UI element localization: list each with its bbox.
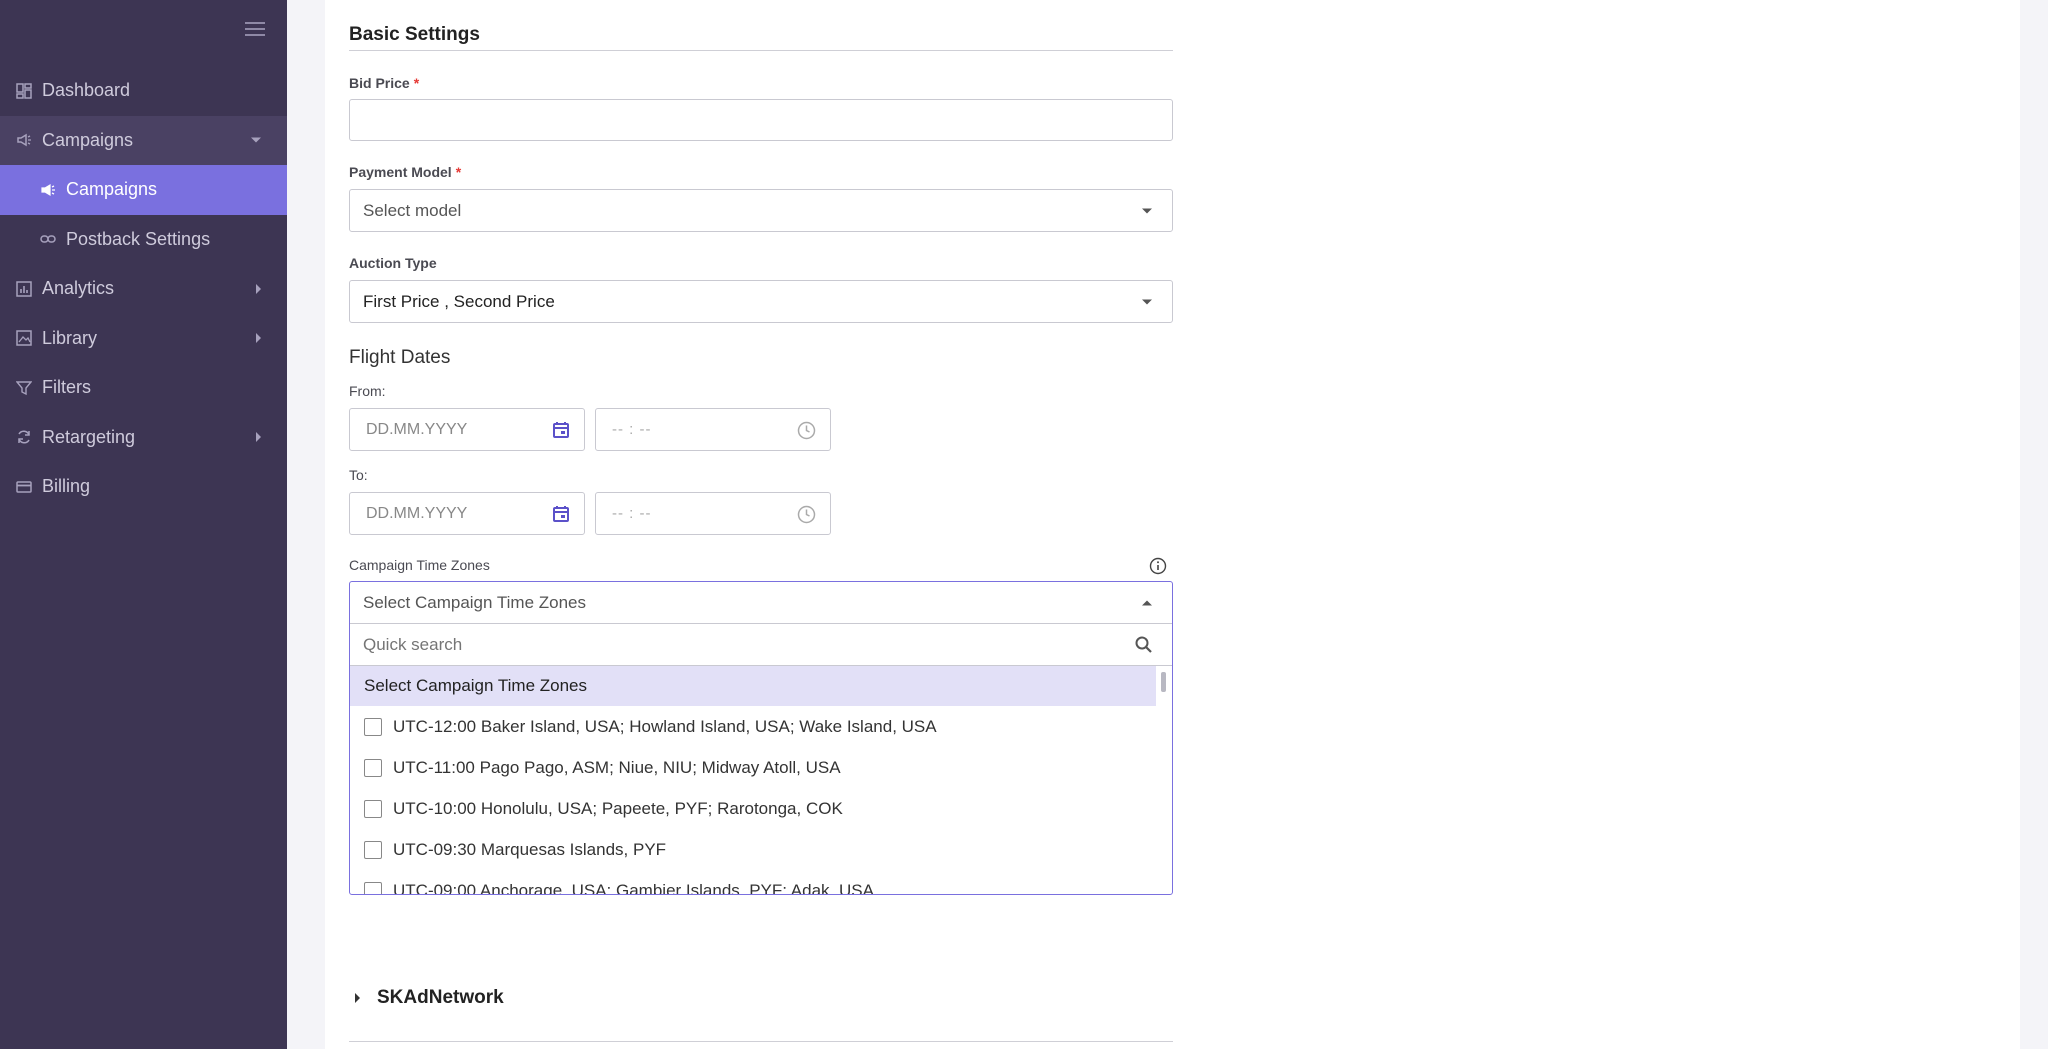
list-item[interactable]: UTC-10:00 Honolulu, USA; Papeete, PYF; R… (350, 788, 1172, 829)
clock-icon[interactable] (797, 505, 816, 524)
chevron-right-icon (256, 432, 261, 443)
sidebar-item-retargeting[interactable]: Retargeting (0, 413, 287, 463)
checkbox[interactable] (364, 840, 382, 859)
bid-price-label-text: Bid Price (349, 75, 410, 91)
checkbox[interactable] (364, 881, 382, 894)
flight-dates-heading: Flight Dates (349, 347, 451, 368)
chevron-right-icon (256, 283, 261, 294)
time-zones-placeholder: Select Campaign Time Zones (363, 592, 586, 612)
sidebar-item-label: Dashboard (42, 80, 131, 101)
refresh-icon (16, 429, 32, 445)
image-icon (16, 330, 32, 346)
option-label: UTC-10:00 Honolulu, USA; Papeete, PYF; R… (393, 798, 843, 818)
time-zones-label: Campaign Time Zones (349, 557, 490, 573)
credit-card-icon (16, 479, 32, 495)
from-time-input[interactable]: -- : -- (595, 408, 831, 451)
sidebar-item-label: Billing (42, 476, 91, 497)
option-label: UTC-09:30 Marquesas Islands, PYF (393, 839, 667, 859)
to-date-input[interactable]: DD.MM.YYYY (349, 492, 585, 535)
to-label: To: (349, 467, 368, 483)
sidebar-item-label: Library (42, 327, 98, 348)
scrollbar-thumb[interactable] (1161, 672, 1166, 692)
list-item[interactable]: UTC-11:00 Pago Pago, ASM; Niue, NIU; Mid… (350, 747, 1172, 788)
sidebar-item-library[interactable]: Library (0, 314, 287, 364)
divider (349, 1041, 1173, 1042)
skadnetwork-toggle[interactable]: SKAdNetwork (355, 987, 504, 1009)
from-label: From: (349, 383, 386, 399)
sidebar-item-campaigns-group[interactable]: Campaigns (0, 115, 287, 165)
sidebar-item-label: Filters (42, 377, 91, 398)
divider (349, 50, 1173, 51)
filter-icon (16, 380, 32, 396)
time-zones-options: Select Campaign Time Zones UTC-12:00 Bak… (350, 666, 1172, 894)
date-placeholder: DD.MM.YYYY (366, 420, 468, 438)
checkbox[interactable] (364, 717, 382, 736)
option-label: UTC-12:00 Baker Island, USA; Howland Isl… (393, 716, 937, 736)
calendar-icon[interactable] (552, 421, 570, 439)
chevron-up-icon (1142, 600, 1152, 605)
payment-model-placeholder: Select model (363, 200, 462, 220)
quick-search-input[interactable] (363, 634, 1083, 655)
time-placeholder: -- : -- (612, 421, 652, 438)
chevron-down-icon (251, 137, 261, 143)
sidebar-item-filters[interactable]: Filters (0, 363, 287, 413)
payment-model-select[interactable]: Select model (349, 189, 1173, 232)
chevron-right-icon (355, 993, 360, 1003)
quick-search-bar (350, 624, 1172, 666)
main-panel: Basic Settings Bid Price * Payment Model *… (325, 0, 2020, 1049)
sidebar-item-billing[interactable]: Billing (0, 462, 287, 512)
hamburger-menu-icon[interactable] (245, 22, 265, 38)
bid-price-label: Bid Price * (349, 75, 419, 91)
sidebar-item-dashboard[interactable]: Dashboard (0, 66, 287, 116)
section-title: Basic Settings (349, 24, 480, 45)
sidebar-nav: Dashboard Campaigns Campaigns Postback S… (0, 66, 287, 512)
sidebar-item-label: Postback Settings (66, 228, 211, 249)
dashboard-icon (16, 83, 32, 99)
sidebar-item-label: Campaigns (42, 129, 134, 150)
option-label: UTC-09:00 Anchorage, USA; Gambier Island… (393, 880, 874, 895)
sidebar-item-postback-settings[interactable]: Postback Settings (0, 215, 287, 265)
link-icon (40, 231, 56, 247)
list-item[interactable]: UTC-09:30 Marquesas Islands, PYF (350, 829, 1172, 870)
auction-type-select[interactable]: First Price , Second Price (349, 280, 1173, 323)
to-time-input[interactable]: -- : -- (595, 492, 831, 535)
date-placeholder: DD.MM.YYYY (366, 504, 468, 522)
payment-model-label: Payment Model * (349, 164, 461, 180)
calendar-icon[interactable] (552, 505, 570, 523)
bid-price-input[interactable] (349, 99, 1173, 141)
sidebar-item-analytics[interactable]: Analytics (0, 264, 287, 314)
megaphone-icon (40, 182, 56, 198)
required-marker: * (455, 164, 462, 180)
options-header[interactable]: Select Campaign Time Zones (350, 666, 1156, 706)
sidebar-item-label: Analytics (42, 278, 115, 299)
checkbox[interactable] (364, 758, 382, 777)
list-item[interactable]: UTC-09:00 Anchorage, USA; Gambier Island… (350, 870, 1172, 894)
auction-type-value: First Price , Second Price (363, 291, 555, 311)
clock-icon[interactable] (797, 421, 816, 440)
info-icon[interactable] (1149, 557, 1167, 575)
time-zones-dropdown: Select Campaign Time Zones Select Campai… (349, 581, 1173, 895)
sidebar-item-label: Retargeting (42, 426, 136, 447)
bar-chart-icon (16, 281, 32, 297)
list-item[interactable]: UTC-12:00 Baker Island, USA; Howland Isl… (350, 706, 1172, 747)
checkbox[interactable] (364, 799, 382, 818)
from-date-input[interactable]: DD.MM.YYYY (349, 408, 585, 451)
chevron-right-icon (256, 333, 261, 344)
required-marker: * (413, 75, 420, 91)
time-zones-select[interactable]: Select Campaign Time Zones (350, 582, 1172, 624)
auction-type-label: Auction Type (349, 255, 437, 271)
megaphone-icon (16, 132, 32, 148)
chevron-down-icon (1142, 208, 1152, 213)
search-icon[interactable] (1134, 635, 1154, 655)
option-label: UTC-11:00 Pago Pago, ASM; Niue, NIU; Mid… (393, 757, 841, 777)
sidebar-item-label: Campaigns (66, 179, 158, 200)
sidebar: Dashboard Campaigns Campaigns Postback S… (0, 0, 287, 1049)
time-placeholder: -- : -- (612, 505, 652, 522)
sidebar-item-campaigns[interactable]: Campaigns (0, 165, 287, 215)
chevron-down-icon (1142, 299, 1152, 304)
payment-model-label-text: Payment Model (349, 164, 452, 180)
skadnetwork-label: SKAdNetwork (377, 987, 504, 1008)
